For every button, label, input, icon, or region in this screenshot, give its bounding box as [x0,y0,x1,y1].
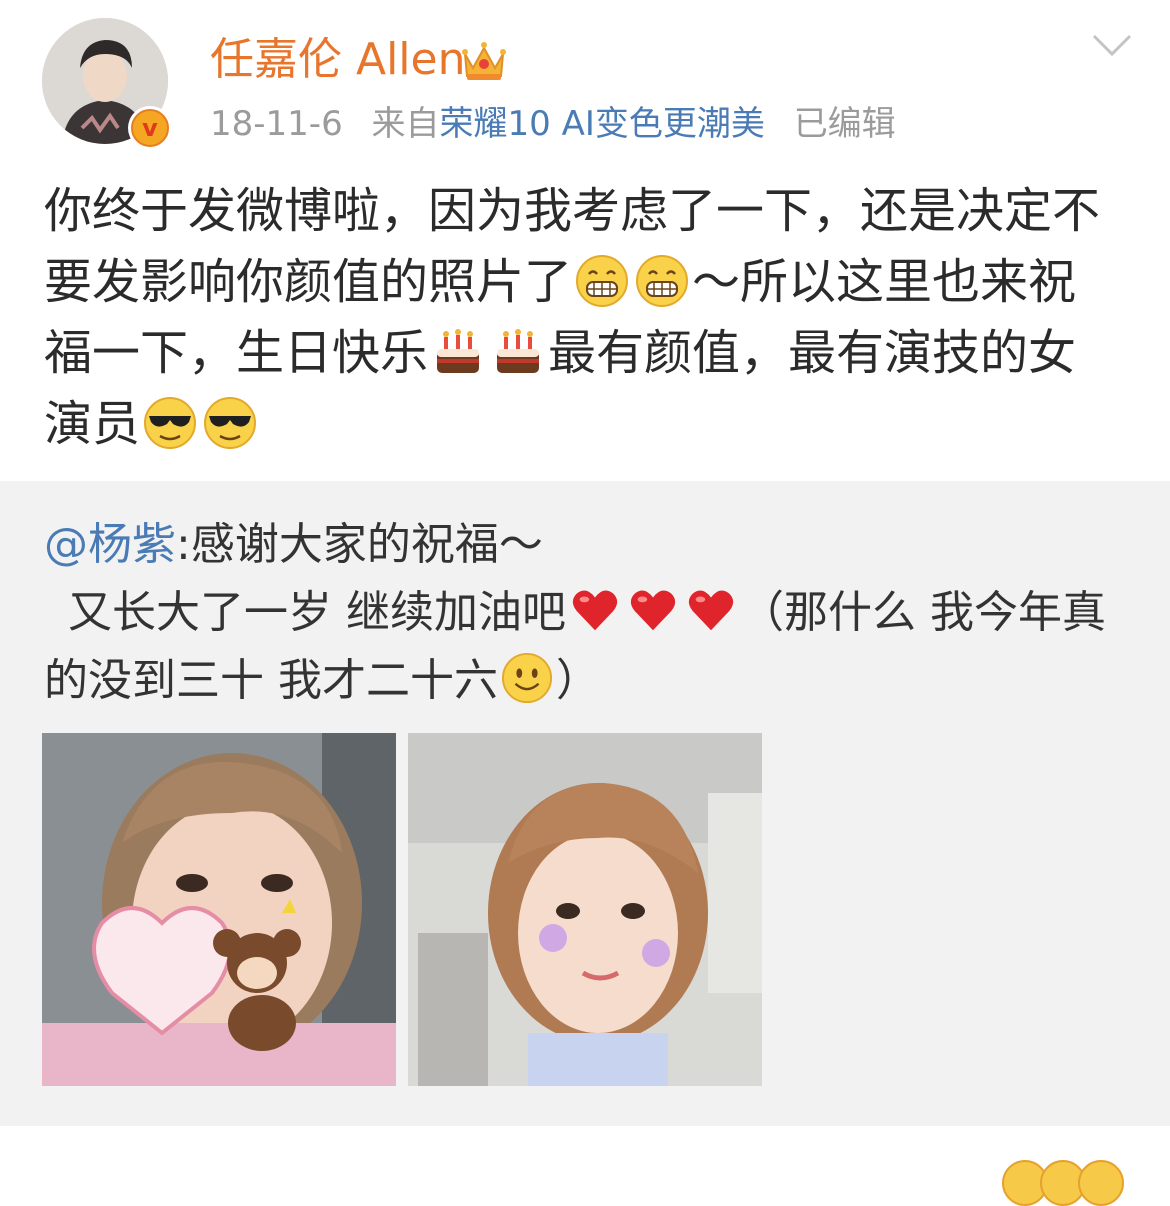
edited-label: 已编辑 [793,104,896,144]
post-header: v 任嘉伦 Allen 18-11-6 来自荣耀10 AI变色更潮美 已编辑 [0,0,1170,165]
cake-emoji [497,329,540,373]
photo-thumbnail-2[interactable] [408,733,762,1086]
verified-icon: v [128,106,172,150]
cake-emoji [437,329,480,373]
author-name[interactable]: 任嘉伦 Allen [210,32,466,88]
crown-icon[interactable] [459,38,509,84]
post-meta: 18-11-6 来自荣耀10 AI变色更潮美 已编辑 [210,100,896,148]
from-label: 来自 [371,104,440,144]
repost-text-part-2: 又长大了一岁 继续加油吧 [68,587,566,638]
footer-actions [0,1126,1170,1206]
repost-body: @杨紫:感谢大家的祝福～ 又长大了一岁 继续加油吧 （那什么 我今年真的没到三十… [44,511,1134,715]
post-source-link[interactable]: 荣耀10 AI变色更潮美 [440,104,765,144]
repost-text-part-4: ） [556,655,600,706]
cool-emoji [204,397,257,449]
post-body: 你终于发微博啦，因为我考虑了一下，还是决定不要发影响你颜值的照片了 ～所以这里也… [44,176,1124,460]
heart-emoji [630,590,676,631]
mention-link[interactable]: @杨紫 [44,519,176,570]
reposted-post[interactable]: @杨紫:感谢大家的祝福～ 又长大了一岁 继续加油吧 （那什么 我今年真的没到三十… [0,481,1170,1126]
chevron-down-icon[interactable] [1090,30,1134,60]
heart-emoji [688,590,734,631]
repost-text-part-1: :感谢大家的祝福～ [176,519,543,570]
post-date: 18-11-6 [210,104,343,144]
photo-thumbnail-1[interactable] [42,733,396,1086]
cool-emoji [144,397,197,449]
reaction-icon[interactable] [1078,1160,1124,1206]
smile-emoji [501,652,553,704]
heart-emoji [572,590,618,631]
grin-emoji [636,255,689,307]
grin-emoji [576,255,629,307]
